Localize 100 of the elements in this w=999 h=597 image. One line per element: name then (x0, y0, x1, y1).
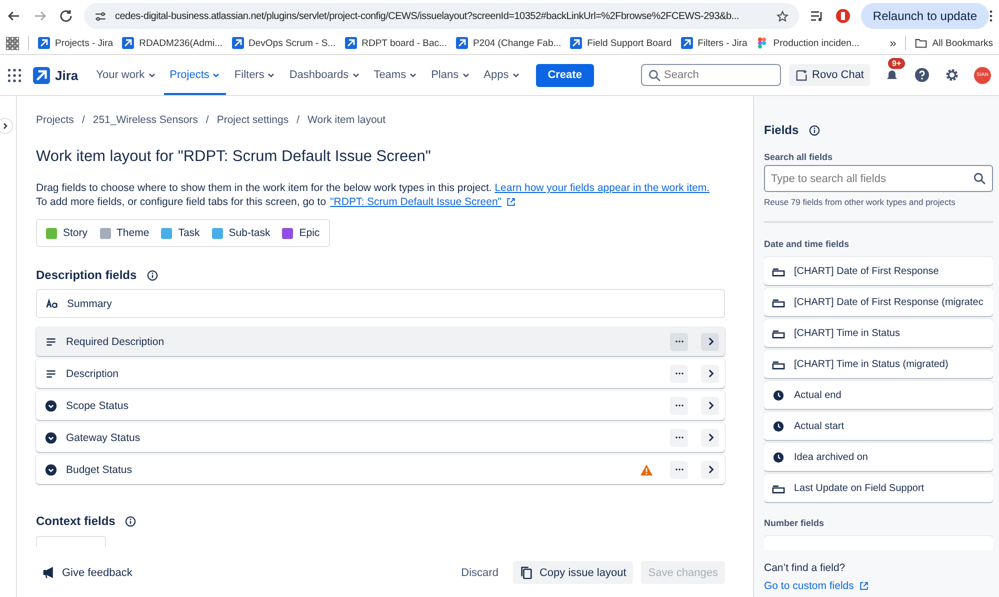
open-details-button[interactable] (701, 460, 719, 478)
bookmark[interactable]: DevOps Scrum - S... (232, 37, 336, 49)
field-card[interactable]: [CHART] Date of First Response (764, 257, 993, 285)
settings-icon[interactable] (944, 67, 960, 83)
copy-layout-button[interactable]: Copy issue layout (513, 561, 634, 584)
bookmark-label: Field Support Board (587, 38, 672, 48)
breadcrumb-separator: / (296, 114, 300, 126)
profile-icon[interactable] (834, 8, 851, 24)
info-icon[interactable] (146, 270, 158, 280)
chevron-down-icon (148, 71, 156, 79)
site-settings-icon[interactable] (94, 10, 107, 22)
chevron-down-icon (512, 71, 520, 79)
create-button[interactable]: Create (536, 64, 594, 86)
search-field[interactable]: Search (641, 64, 782, 86)
discard-button[interactable]: Discard (454, 561, 506, 584)
field-row[interactable]: Scope Status (36, 391, 725, 420)
help-icon[interactable] (914, 67, 930, 83)
chevron-down-icon (267, 71, 276, 79)
clock-icon (772, 452, 785, 462)
field-name: [CHART] Time in Status (794, 328, 900, 338)
open-details-button[interactable] (701, 364, 719, 382)
external-link-icon (506, 197, 516, 207)
folder-icon[interactable] (915, 37, 928, 49)
section-heading: Description fields (36, 268, 137, 282)
dropdown-icon (45, 464, 57, 476)
field-row[interactable]: Gateway Status (36, 423, 725, 452)
info-icon[interactable] (808, 124, 820, 136)
apps-icon[interactable] (6, 36, 19, 50)
nav-menu[interactable]: Plans (425, 55, 476, 95)
nav-menu[interactable]: Dashboards (283, 55, 366, 95)
bookmark[interactable]: RDPT board - Bac... (344, 37, 447, 49)
jira-favicon-icon (38, 37, 50, 49)
open-details-button[interactable] (701, 428, 719, 446)
relaunch-button[interactable]: Relaunch to update (860, 3, 989, 29)
breadcrumb-separator: / (206, 114, 209, 126)
nav-menu[interactable]: Projects (164, 55, 226, 95)
field-row[interactable]: Description (36, 359, 725, 388)
more-button[interactable] (670, 364, 688, 382)
custom-fields-link[interactable]: Go to custom fields (764, 580, 854, 592)
field-card[interactable] (36, 536, 106, 547)
field-row[interactable]: Required Description (36, 327, 725, 356)
give-feedback-button[interactable]: Give feedback (36, 561, 140, 584)
work-type-label: Theme (116, 227, 150, 239)
field-name: Budget Status (66, 464, 132, 476)
more-button[interactable] (670, 396, 688, 414)
bookmark[interactable]: Projects - Jira (38, 37, 114, 49)
breadcrumb-link[interactable]: Work item layout (308, 114, 386, 126)
nav-menu[interactable]: Teams (368, 55, 424, 95)
field-row[interactable]: Budget Status (36, 455, 725, 484)
expand-sidebar-button[interactable] (0, 118, 13, 134)
page-title: Work item layout for "RDPT: Scrum Default Issue Screen" (36, 148, 432, 166)
info-icon[interactable] (125, 516, 136, 526)
field-card[interactable]: [CHART] Time in Status (migrated) (764, 350, 993, 378)
address-bar[interactable]: cedes-digital-business.atlassian.net/plugins/servlet/project-config/CEWS/issuelayout?screenId=10352#backLinkUrl=%2Fbrowse%2FCEWS-293&b... (84, 3, 799, 29)
open-details-button[interactable] (701, 332, 719, 350)
app-switcher-icon[interactable] (8, 68, 21, 82)
field-card[interactable]: Actual end (764, 381, 993, 409)
field-row[interactable]: Summary (36, 289, 725, 318)
nav-menu[interactable]: Apps (478, 55, 526, 95)
search-icon (973, 172, 986, 185)
bookmark-label: DevOps Scrum - S... (248, 38, 336, 48)
bookmark[interactable]: RDADM236(Admi... (122, 37, 222, 49)
more-button[interactable] (670, 332, 688, 350)
all-bookmarks[interactable]: All Bookmarks (932, 38, 993, 48)
chevron-down-icon (462, 71, 470, 79)
jira-logo-icon[interactable] (33, 66, 50, 84)
open-details-button[interactable] (701, 396, 719, 414)
nav-menu[interactable]: Your work (90, 55, 162, 95)
field-card[interactable]: Last Update on Field Support (764, 474, 993, 502)
breadcrumb-link[interactable]: Projects (36, 114, 74, 126)
field-card[interactable]: [CHART] Date of First Response (migratec (764, 288, 993, 316)
bookmark[interactable]: Production inciden... (756, 37, 860, 49)
bookmark[interactable]: Field Support Board (570, 37, 672, 49)
search-field[interactable]: Type to search all fields (764, 165, 993, 192)
bookmark-label: P204 (Change Fab... (472, 38, 562, 48)
bookmark[interactable]: P204 (Change Fab... (456, 37, 562, 49)
field-name: [CHART] Time in Status (migrated) (794, 358, 948, 370)
breadcrumb-link[interactable]: Project settings (216, 114, 289, 126)
more-button[interactable] (670, 460, 688, 478)
product-name[interactable]: Jira (55, 68, 78, 82)
menu-icon[interactable] (989, 9, 993, 23)
jira-favicon-icon (344, 37, 357, 49)
field-card[interactable]: Idea archived on (764, 443, 993, 471)
field-name: Required Description (66, 336, 164, 348)
more-bookmarks[interactable]: » (890, 36, 896, 50)
field-card[interactable]: Actual start (764, 412, 993, 440)
rovo-chat-button[interactable]: Rovo Chat (789, 64, 870, 86)
reload-icon[interactable] (58, 8, 74, 24)
bookmark[interactable]: Filters - Jira (680, 37, 748, 49)
nav-menu[interactable]: Filters (228, 55, 282, 95)
breadcrumb-link[interactable]: 251_Wireless Sensors (92, 114, 198, 126)
more-button[interactable] (670, 428, 688, 446)
field-name: [CHART] Date of First Response (migratec (794, 296, 984, 308)
field-card[interactable]: [CHART] Time in Status (764, 319, 993, 347)
figma-favicon-icon (756, 37, 768, 49)
warning-icon (640, 464, 653, 476)
star-icon[interactable] (776, 10, 789, 22)
screen-link[interactable]: "RDPT: Scrum Default Issue Screen" (330, 196, 502, 208)
help-link[interactable]: Learn how your fields appear in the work item. (494, 182, 710, 194)
intro-text: Drag fields to choose where to show them in the work item for the below work types in this project. Learn how your fields appear in the work item. (36, 182, 710, 194)
